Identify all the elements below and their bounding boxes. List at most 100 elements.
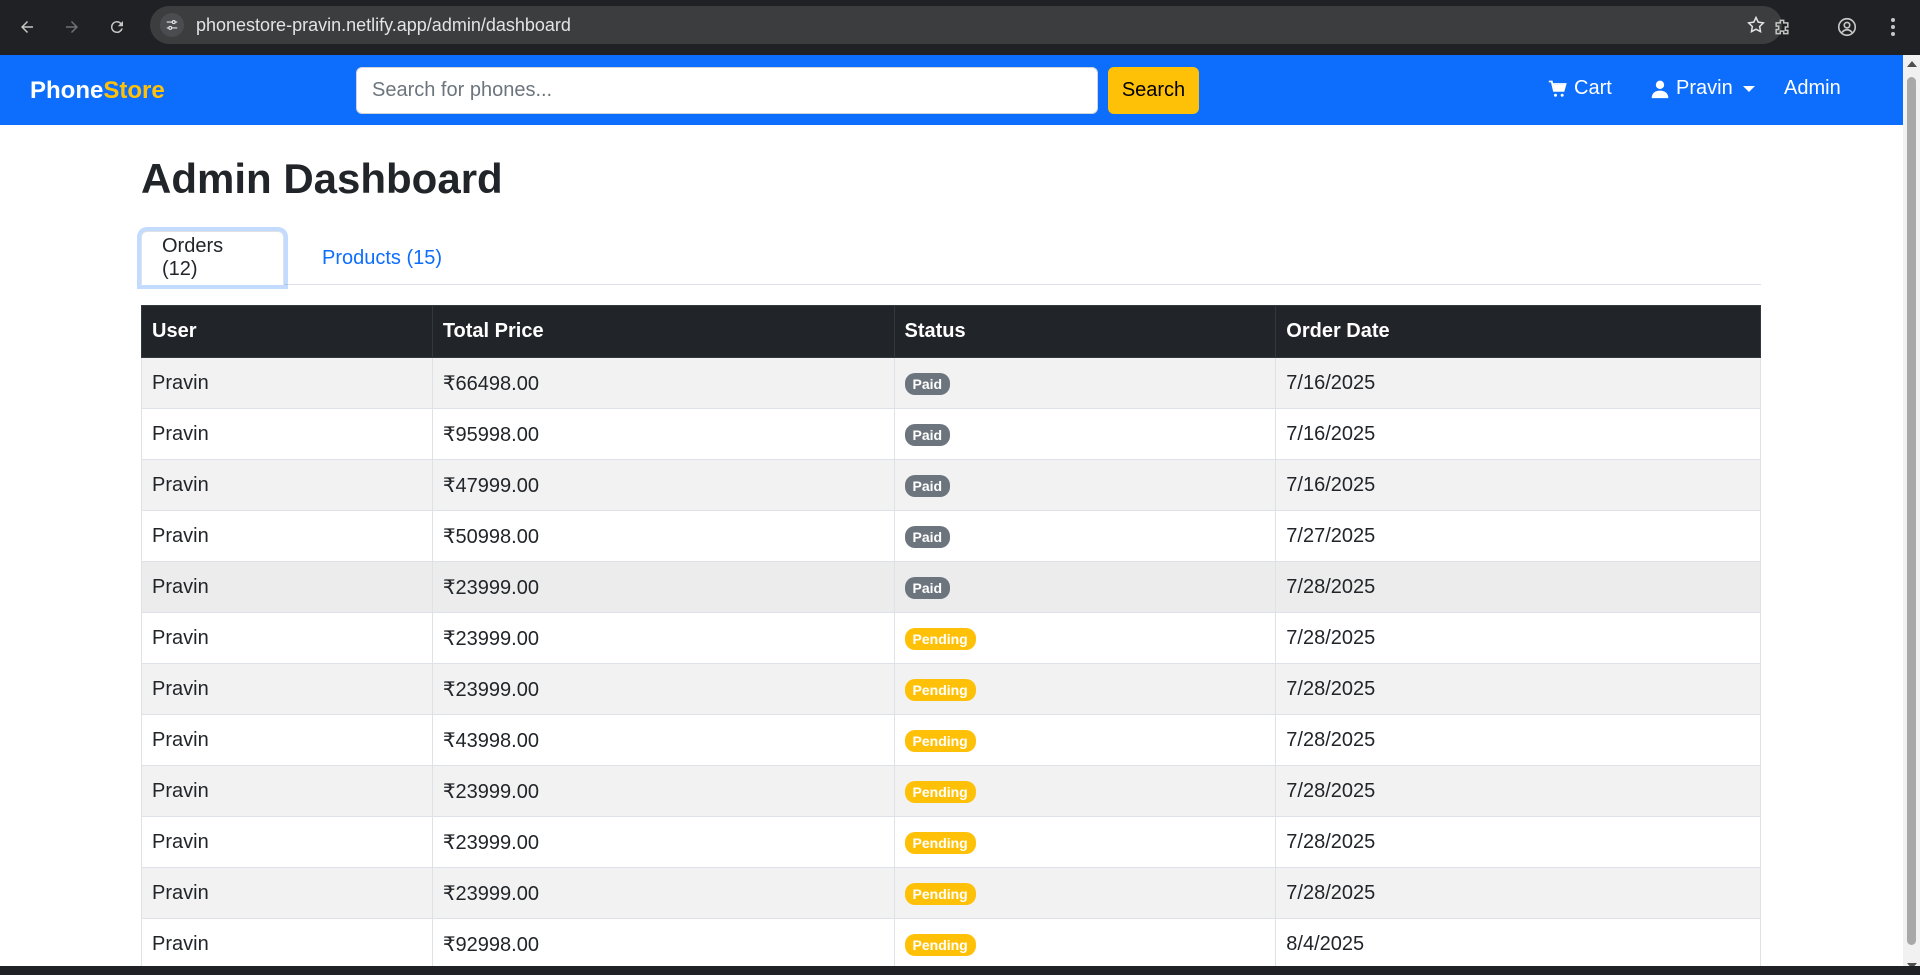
user-cell: Pravin xyxy=(141,867,433,919)
table-row: Pravin ₹23999.00 Pending 7/28/2025 xyxy=(141,612,1761,664)
admin-label: Admin xyxy=(1784,77,1841,99)
status-badge: Pending xyxy=(904,678,976,701)
brand-text-store: Store xyxy=(103,77,165,104)
status-badge: Paid xyxy=(904,474,951,497)
chevron-down-icon xyxy=(1742,85,1755,92)
site-settings-icon[interactable] xyxy=(160,13,184,37)
profile-icon[interactable] xyxy=(1830,10,1864,44)
table-row: Pravin ₹47999.00 Paid 7/16/2025 xyxy=(141,459,1761,511)
table-row: Pravin ₹50998.00 Paid 7/27/2025 xyxy=(141,510,1761,562)
table-header-row: User Total Price Status Order Date xyxy=(141,305,1761,358)
order-date-cell: 8/4/2025 xyxy=(1275,918,1761,970)
status-badge: Paid xyxy=(904,525,951,548)
order-date-cell: 7/16/2025 xyxy=(1275,408,1761,460)
status-badge: Paid xyxy=(904,372,951,395)
back-icon[interactable] xyxy=(10,10,44,44)
status-badge: Pending xyxy=(904,831,976,854)
order-date-cell: 7/28/2025 xyxy=(1275,663,1761,715)
brand-text-phone: Phone xyxy=(30,77,104,104)
table-row: Pravin ₹95998.00 Paid 7/16/2025 xyxy=(141,408,1761,460)
extensions-icon[interactable] xyxy=(1765,10,1799,44)
status-cell: Paid xyxy=(893,408,1277,460)
user-cell: Pravin xyxy=(141,918,433,970)
order-date-cell: 7/16/2025 xyxy=(1275,459,1761,511)
scrollbar-thumb[interactable] xyxy=(1907,77,1916,945)
browser-toolbar: phonestore-pravin.netlify.app/admin/dash… xyxy=(0,0,1920,55)
user-cell: Pravin xyxy=(141,510,433,562)
table-row: Pravin ₹23999.00 Pending 7/28/2025 xyxy=(141,816,1761,868)
table-row: Pravin ₹23999.00 Pending 7/28/2025 xyxy=(141,663,1761,715)
total-price-cell: ₹23999.00 xyxy=(431,663,895,715)
reload-icon[interactable] xyxy=(100,10,134,44)
column-header-status: Status xyxy=(893,305,1277,358)
total-price-cell: ₹23999.00 xyxy=(431,765,895,817)
taskbar-edge xyxy=(0,966,1920,975)
status-cell: Paid xyxy=(893,561,1277,613)
table-row: Pravin ₹23999.00 Paid 7/28/2025 xyxy=(141,561,1761,613)
url-text: phonestore-pravin.netlify.app/admin/dash… xyxy=(196,15,571,35)
order-date-cell: 7/28/2025 xyxy=(1275,765,1761,817)
column-header-order-date: Order Date xyxy=(1275,305,1761,358)
total-price-cell: ₹23999.00 xyxy=(431,816,895,868)
order-date-cell: 7/28/2025 xyxy=(1275,561,1761,613)
admin-link[interactable]: Admin xyxy=(1784,77,1841,100)
status-badge: Pending xyxy=(904,729,976,752)
address-bar[interactable]: phonestore-pravin.netlify.app/admin/dash… xyxy=(150,6,1782,44)
total-price-cell: ₹92998.00 xyxy=(431,918,895,970)
total-price-cell: ₹47999.00 xyxy=(431,459,895,511)
table-row: Pravin ₹66498.00 Paid 7/16/2025 xyxy=(141,357,1761,409)
status-badge: Paid xyxy=(904,576,951,599)
order-date-cell: 7/28/2025 xyxy=(1275,816,1761,868)
status-badge: Pending xyxy=(904,627,976,650)
cart-label: Cart xyxy=(1574,77,1612,99)
status-cell: Pending xyxy=(893,663,1277,715)
cart-link[interactable]: Cart xyxy=(1548,77,1612,100)
status-cell: Pending xyxy=(893,867,1277,919)
column-header-user: User xyxy=(141,305,433,358)
status-badge: Paid xyxy=(904,423,951,446)
forward-icon[interactable] xyxy=(55,10,89,44)
status-cell: Paid xyxy=(893,459,1277,511)
user-cell: Pravin xyxy=(141,408,433,460)
order-date-cell: 7/27/2025 xyxy=(1275,510,1761,562)
total-price-cell: ₹95998.00 xyxy=(431,408,895,460)
user-cell: Pravin xyxy=(141,357,433,409)
orders-table-body: Pravin ₹66498.00 Paid 7/16/2025 Pravin ₹95998… xyxy=(141,357,1761,970)
cart-icon xyxy=(1548,80,1567,97)
scroll-up-arrow-icon[interactable] xyxy=(1907,61,1917,67)
status-badge: Pending xyxy=(904,933,976,956)
tab-orders[interactable]: Orders (12) xyxy=(141,231,284,285)
brand-logo[interactable]: PhoneStore xyxy=(30,77,165,105)
page-title: Admin Dashboard xyxy=(141,155,503,202)
total-price-cell: ₹23999.00 xyxy=(431,867,895,919)
status-badge: Pending xyxy=(904,882,976,905)
order-date-cell: 7/28/2025 xyxy=(1275,612,1761,664)
user-label: Pravin xyxy=(1676,77,1733,99)
search-button[interactable]: Search xyxy=(1108,67,1199,114)
user-cell: Pravin xyxy=(141,561,433,613)
total-price-cell: ₹23999.00 xyxy=(431,561,895,613)
tab-products[interactable]: Products (15) xyxy=(302,231,462,285)
total-price-cell: ₹66498.00 xyxy=(431,357,895,409)
status-cell: Pending xyxy=(893,765,1277,817)
column-header-total-price: Total Price xyxy=(431,305,895,358)
search-input[interactable] xyxy=(356,67,1098,114)
user-cell: Pravin xyxy=(141,765,433,817)
status-cell: Pending xyxy=(893,816,1277,868)
browser-menu-icon[interactable] xyxy=(1876,10,1910,44)
user-icon xyxy=(1651,80,1669,98)
page-scrollbar[interactable] xyxy=(1903,55,1920,975)
user-cell: Pravin xyxy=(141,459,433,511)
table-row: Pravin ₹92998.00 Pending 8/4/2025 xyxy=(141,918,1761,970)
user-cell: Pravin xyxy=(141,714,433,766)
order-date-cell: 7/28/2025 xyxy=(1275,867,1761,919)
status-cell: Pending xyxy=(893,714,1277,766)
user-cell: Pravin xyxy=(141,816,433,868)
table-row: Pravin ₹23999.00 Pending 7/28/2025 xyxy=(141,765,1761,817)
total-price-cell: ₹50998.00 xyxy=(431,510,895,562)
order-date-cell: 7/16/2025 xyxy=(1275,357,1761,409)
dashboard-tabs: Orders (12) Products (15) xyxy=(141,231,1761,285)
status-cell: Paid xyxy=(893,510,1277,562)
table-row: Pravin ₹43998.00 Pending 7/28/2025 xyxy=(141,714,1761,766)
user-menu-dropdown[interactable]: Pravin xyxy=(1650,77,1755,100)
